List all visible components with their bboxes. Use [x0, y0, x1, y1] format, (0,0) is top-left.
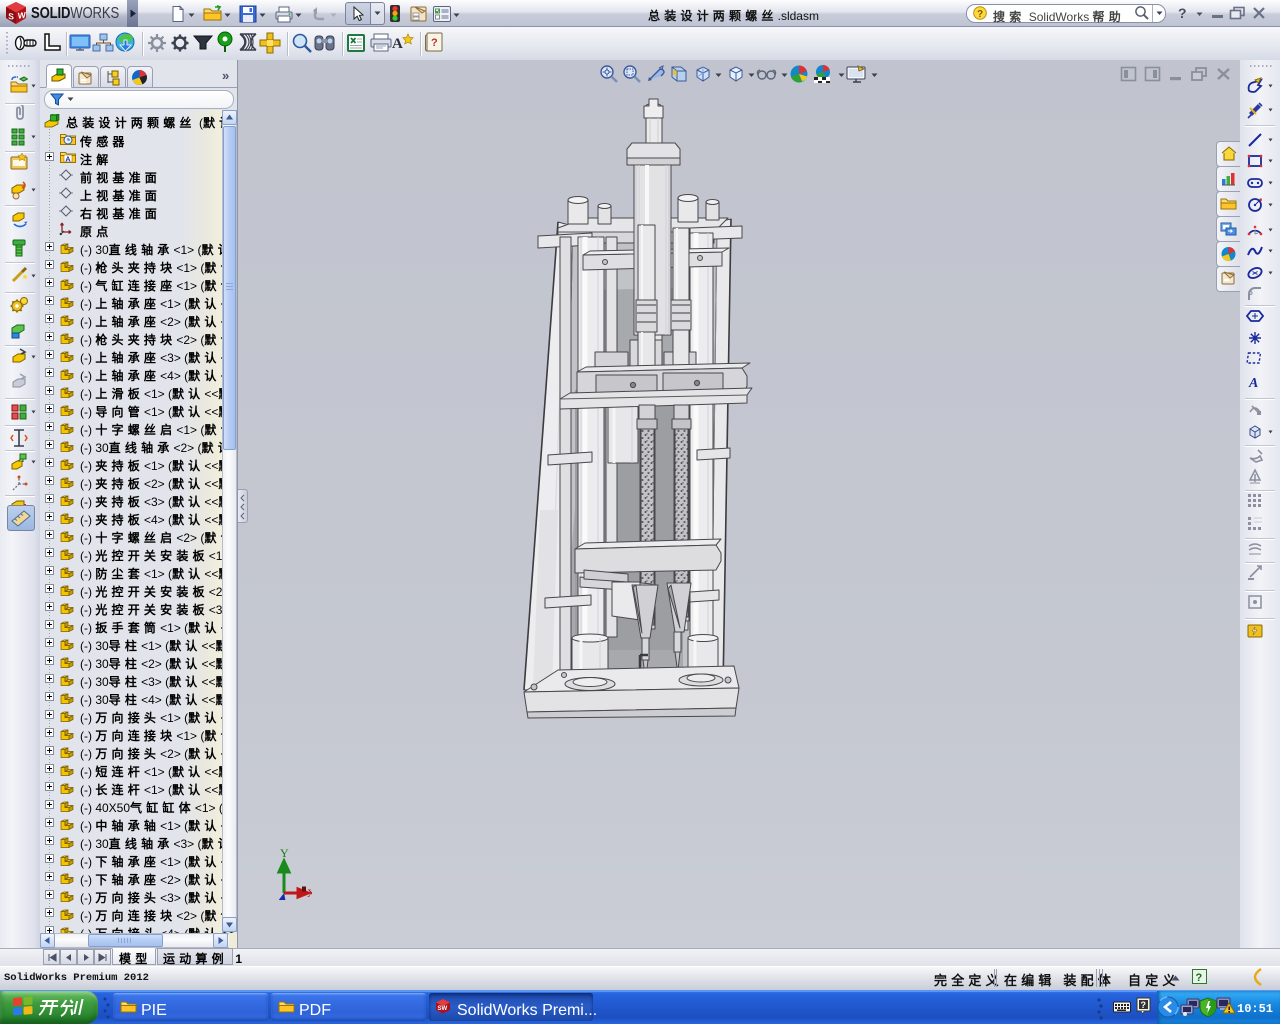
svg-text:X: X [307, 886, 312, 900]
svg-text:Y: Y [280, 846, 289, 860]
svg-text:?: ? [977, 9, 983, 20]
svg-text:?: ? [431, 37, 438, 49]
svg-text:W: W [18, 10, 27, 21]
svg-text:A: A [392, 36, 403, 52]
svg-text:S: S [8, 11, 14, 22]
svg-text:?: ? [1141, 1000, 1147, 1010]
svg-text:A: A [1248, 376, 1258, 390]
svg-text:A: A [65, 155, 71, 164]
svg-text:SW: SW [438, 1006, 448, 1012]
svg-text:?: ? [1196, 972, 1203, 984]
